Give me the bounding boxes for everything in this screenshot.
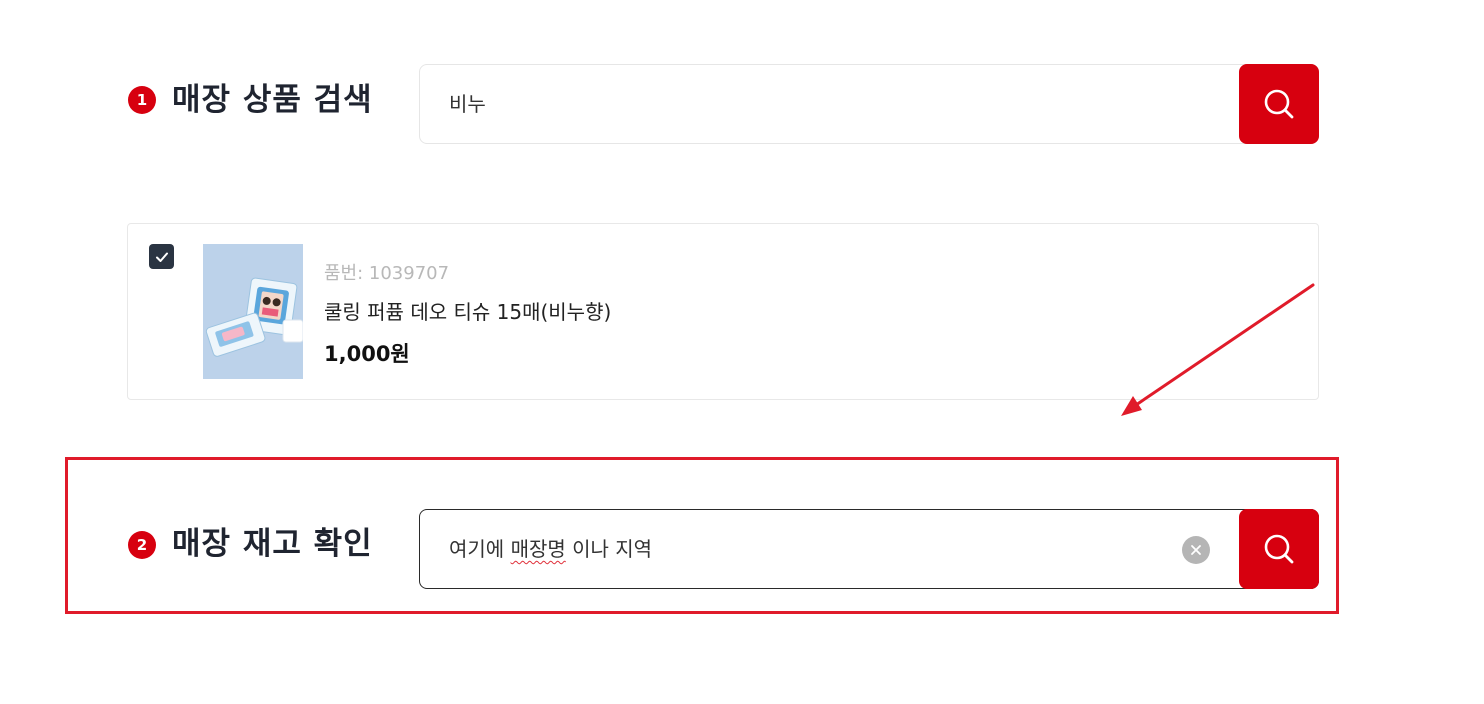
store-search-input[interactable]: 여기에 매장명 이나 지역 xyxy=(449,510,1149,588)
search-icon xyxy=(1264,534,1294,564)
store-search-button[interactable] xyxy=(1239,509,1319,589)
product-code: 품번: 1039707 xyxy=(324,263,450,284)
clear-button[interactable] xyxy=(1182,536,1210,564)
product-image xyxy=(203,244,303,379)
product-search-input[interactable]: 비누 xyxy=(449,65,1149,143)
store-search-text-1: 여기에 xyxy=(449,537,511,561)
step-badge-2: 2 xyxy=(128,531,156,559)
store-search-text-3: 이나 지역 xyxy=(565,537,653,561)
check-icon xyxy=(155,252,168,262)
close-icon xyxy=(1191,545,1201,555)
section-title-stock-check: 매장 재고 확인 xyxy=(172,526,373,562)
store-search-box: 여기에 매장명 이나 지역 xyxy=(419,509,1319,589)
section-title-product-search: 매장 상품 검색 xyxy=(172,82,373,118)
step-badge-1: 1 xyxy=(128,86,156,114)
search-icon xyxy=(1264,89,1294,119)
product-name: 쿨링 퍼퓸 데오 티슈 15매(비누향) xyxy=(324,300,612,324)
product-price: 1,000원 xyxy=(324,342,410,366)
store-search-text-misspelled: 매장명 xyxy=(510,537,566,561)
product-search-button[interactable] xyxy=(1239,64,1319,144)
product-checkbox[interactable] xyxy=(149,244,174,269)
product-card[interactable]: 품번: 1039707 쿨링 퍼퓸 데오 티슈 15매(비누향) 1,000원 xyxy=(127,223,1319,400)
product-search-box: 비누 xyxy=(419,64,1319,144)
